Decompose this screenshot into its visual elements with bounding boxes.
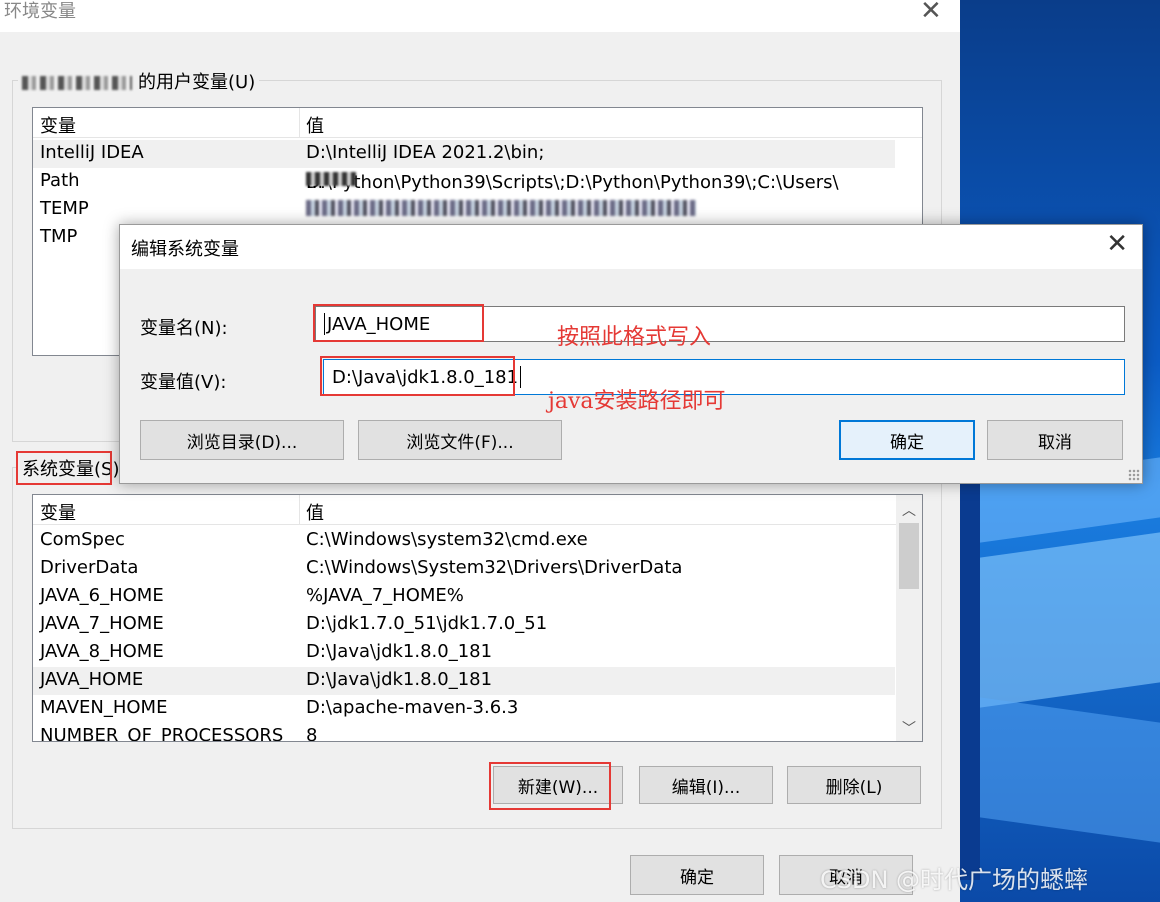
close-icon[interactable]: ✕ xyxy=(920,0,942,26)
edit-button[interactable]: 编辑(I)... xyxy=(639,766,773,804)
redacted-username xyxy=(22,76,132,90)
text-caret xyxy=(324,313,325,335)
column-header-variable[interactable]: 变量 xyxy=(40,112,76,138)
close-icon[interactable]: ✕ xyxy=(1106,229,1128,259)
column-header-value[interactable]: 值 xyxy=(306,112,324,138)
column-header-variable[interactable]: 变量 xyxy=(40,499,76,525)
watermark: CSDN @时代广场的蟋蟀 xyxy=(820,866,1089,894)
system-variables-list[interactable]: 变量 值 ComSpec C:\Windows\system32\cmd.exe … xyxy=(32,494,923,742)
window-titlebar: 环境变量 ✕ xyxy=(0,0,960,32)
list-item[interactable]: ComSpec C:\Windows\system32\cmd.exe xyxy=(33,527,895,555)
list-item-selected[interactable]: JAVA_HOME D:\Java\jdk1.8.0_181 xyxy=(33,667,895,695)
list-item[interactable]: NUMBER_OF_PROCESSORS 8 xyxy=(33,723,895,741)
browse-directory-button[interactable]: 浏览目录(D)... xyxy=(140,420,344,460)
dialog-cancel-button[interactable]: 取消 xyxy=(987,420,1123,460)
edit-system-variable-dialog: 编辑系统变量 ✕ 变量名(N): JAVA_HOME 按照此格式写入 变量值(V… xyxy=(119,224,1143,484)
vertical-scrollbar[interactable]: ︿ ﹀ xyxy=(896,495,922,741)
system-variables-label: 系统变量(S) xyxy=(18,455,124,481)
dialog-ok-button[interactable]: 确定 xyxy=(839,420,975,460)
list-header: 变量 值 xyxy=(33,495,922,525)
list-item[interactable]: MAVEN_HOME D:\apache-maven-3.6.3 xyxy=(33,695,895,723)
ok-button[interactable]: 确定 xyxy=(630,855,764,895)
browse-file-button[interactable]: 浏览文件(F)... xyxy=(358,420,562,460)
delete-button[interactable]: 删除(L) xyxy=(787,766,921,804)
list-item[interactable]: TEMP xyxy=(33,196,895,224)
window-title: 环境变量 xyxy=(4,1,76,22)
list-item[interactable]: JAVA_7_HOME D:\jdk1.7.0_51\jdk1.7.0_51 xyxy=(33,611,895,639)
list-item[interactable]: IntelliJ IDEA D:\IntelliJ IDEA 2021.2\bi… xyxy=(33,140,895,168)
dialog-title: 编辑系统变量 xyxy=(131,239,239,260)
dialog-titlebar: 编辑系统变量 ✕ xyxy=(120,225,1142,269)
list-item[interactable]: Path D:\Python\Python39\Scripts\;D:\Pyth… xyxy=(33,168,895,196)
resize-grip-icon[interactable] xyxy=(1128,469,1140,481)
column-header-value[interactable]: 值 xyxy=(306,499,324,525)
annotation-name-format: 按照此格式写入 xyxy=(557,325,712,350)
text-caret xyxy=(520,366,522,388)
user-variables-label: 的用户变量(U) xyxy=(18,68,260,94)
scroll-down-icon[interactable]: ﹀ xyxy=(896,717,922,741)
list-item[interactable]: JAVA_6_HOME %JAVA_7_HOME% xyxy=(33,583,895,611)
list-header: 变量 值 xyxy=(33,108,922,138)
scroll-thumb[interactable] xyxy=(899,523,919,589)
list-item[interactable]: DriverData C:\Windows\System32\Drivers\Dr… xyxy=(33,555,895,583)
scroll-up-icon[interactable]: ︿ xyxy=(896,499,922,523)
annotation-java-path: java安装路径即可 xyxy=(548,389,726,414)
variable-value-label: 变量值(V): xyxy=(140,372,227,393)
variable-name-label: 变量名(N): xyxy=(140,318,228,339)
list-item[interactable]: JAVA_8_HOME D:\Java\jdk1.8.0_181 xyxy=(33,639,895,667)
variable-name-input[interactable]: JAVA_HOME xyxy=(315,306,1125,342)
new-button[interactable]: 新建(W)... xyxy=(493,766,623,804)
